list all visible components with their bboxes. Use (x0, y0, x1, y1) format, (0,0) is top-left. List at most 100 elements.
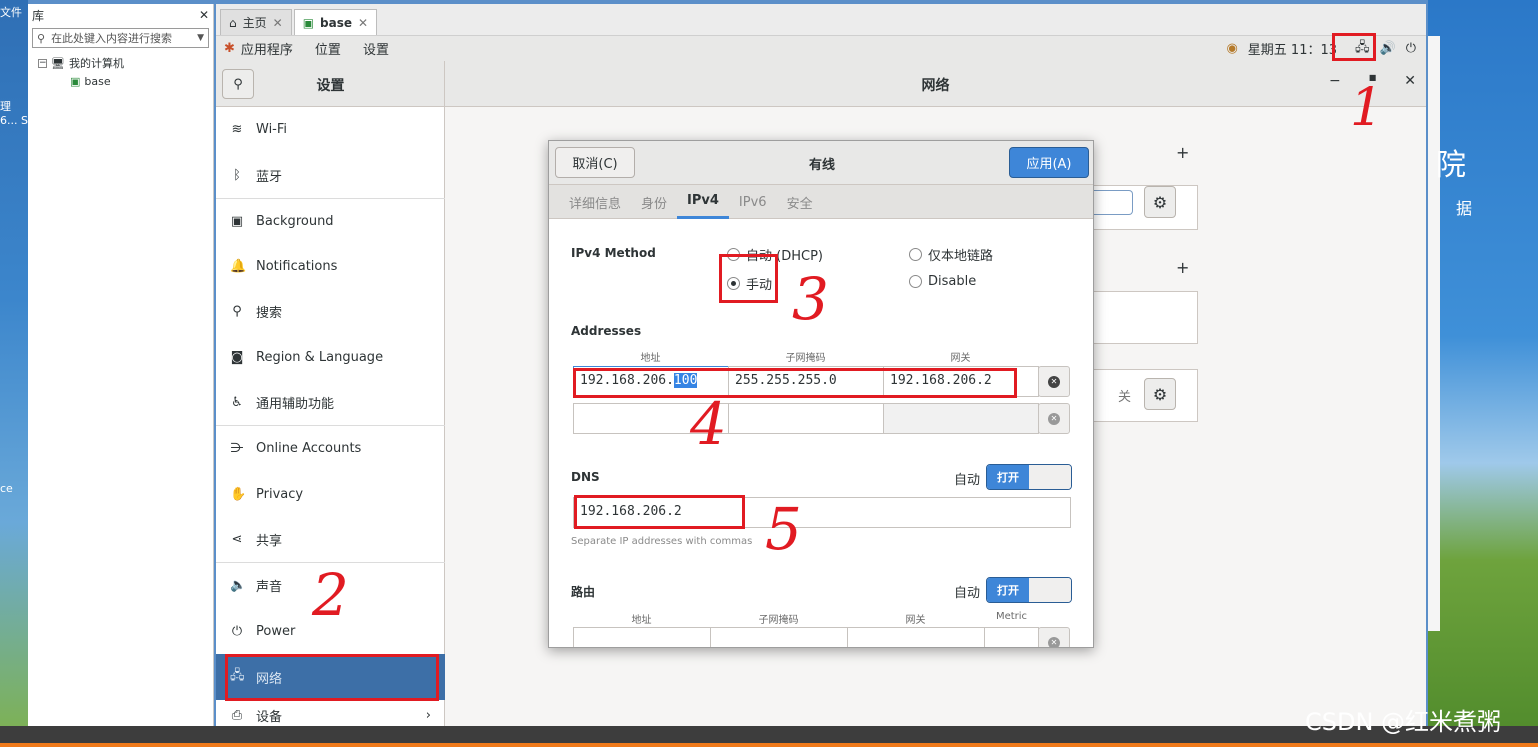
column-netmask: 子网掩码 (785, 353, 826, 364)
gear-icon[interactable]: ⚙ (1144, 186, 1176, 218)
background-icon: ▣ (230, 213, 244, 229)
delete-address-button[interactable]: ✕ (1038, 403, 1070, 434)
tab-security[interactable]: 安全 (777, 185, 823, 219)
power-icon[interactable]: ⏻ (1406, 41, 1416, 56)
sidebar-item-notifications[interactable]: 🔔 Notifications (216, 244, 445, 288)
sidebar-item-label: 共享 (256, 533, 283, 549)
annotation-box-dns (574, 495, 745, 529)
annotation-number: 1 (1350, 78, 1384, 138)
cancel-button[interactable]: 取消(C) (555, 147, 635, 178)
gateway-input-empty[interactable] (883, 403, 1039, 434)
host-text-small: 据 (1456, 199, 1473, 218)
sidebar-item-background[interactable]: ▣ Background (216, 199, 445, 243)
page-title: 网络 (921, 78, 950, 94)
library-title: 库 (32, 8, 45, 23)
vpn-entry-edge (1090, 190, 1133, 215)
search-icon: ⚲ (232, 303, 242, 319)
wifi-icon: ≋ (231, 121, 243, 137)
routes-auto-label: 自动 (954, 586, 981, 601)
toggle-on-label: 打开 (987, 465, 1029, 489)
ipv4-method-label: IPv4 Method (571, 246, 656, 260)
delete-address-button[interactable]: ✕ (1038, 366, 1070, 397)
sidebar-item-label: Wi-Fi (256, 121, 288, 137)
cheese-icon[interactable]: ◉ (1226, 41, 1237, 56)
close-icon[interactable]: ✕ (273, 16, 283, 30)
route-netmask-input[interactable] (710, 627, 848, 647)
collapse-icon[interactable]: − (38, 58, 47, 68)
library-search-input[interactable]: ⚲ 在此处键入内容进行搜索 ▼ (32, 28, 209, 48)
vm-library-panel: 库 ✕ ⚲ 在此处键入内容进行搜索 ▼ − 🖥 我的计算机 ▣ base (28, 4, 214, 726)
library-header: 库 ✕ (28, 4, 213, 26)
delete-icon: ✕ (1048, 636, 1060, 647)
chevron-right-icon: › (425, 707, 431, 723)
close-icon[interactable]: ✕ (199, 8, 209, 22)
minimize-icon[interactable]: − (1329, 73, 1341, 89)
gear-icon[interactable]: ⚙ (1144, 378, 1176, 410)
online-accounts-icon: ⋺ (230, 440, 244, 456)
tree-item-base-vm[interactable]: ▣ base (38, 72, 213, 90)
applications-menu[interactable]: ✱ 应用程序 (224, 39, 293, 58)
column-address: 地址 (631, 615, 652, 626)
search-placeholder: 在此处键入内容进行搜索 (51, 32, 173, 45)
volume-icon[interactable]: 🔊 (1380, 41, 1396, 56)
method-disable[interactable]: Disable (909, 274, 976, 289)
routes-auto-toggle[interactable]: 打开 (986, 577, 1072, 603)
route-gateway-input[interactable] (847, 627, 985, 647)
tab-details[interactable]: 详细信息 (559, 185, 631, 219)
delete-icon: ✕ (1048, 375, 1060, 388)
search-icon: ⚲ (37, 31, 46, 45)
dns-label: DNS (571, 470, 600, 484)
route-metric-input[interactable] (984, 627, 1039, 647)
tree-item-my-computer[interactable]: − 🖥 我的计算机 (38, 54, 213, 72)
add-icon[interactable]: + (1176, 258, 1189, 277)
sidebar-item-search[interactable]: ⚲ 搜索 (216, 289, 445, 333)
apply-button[interactable]: 应用(A) (1009, 147, 1089, 178)
method-link-local[interactable]: 仅本地链路 (909, 245, 993, 264)
search-button[interactable]: ⚲ (222, 69, 254, 99)
dns-auto-toggle[interactable]: 打开 (986, 464, 1072, 490)
settings-sidebar: ≋ Wi-Fi ᛒ 蓝牙 ▣ Background 🔔 Notifications ⚲ 搜… (216, 107, 445, 726)
toggle-on-label: 打开 (987, 578, 1029, 602)
dropdown-arrow-icon[interactable]: ▼ (197, 33, 204, 43)
tab-base[interactable]: ▣ base ✕ (293, 9, 378, 35)
sidebar-item-online-accounts[interactable]: ⋺ Online Accounts (216, 426, 445, 470)
sidebar-item-privacy[interactable]: ✋ Privacy (216, 472, 445, 516)
delete-route-button[interactable]: ✕ (1038, 627, 1070, 647)
close-icon[interactable]: ✕ (358, 16, 368, 30)
sidebar-header: 设置 ⚲ (216, 61, 445, 107)
sidebar-item-accessibility[interactable]: ♿ 通用辅助功能 (216, 380, 445, 424)
clock[interactable]: 星期五 11：13 (1248, 39, 1337, 58)
delete-icon: ✕ (1048, 412, 1060, 425)
places-menu[interactable]: 位置 (315, 39, 341, 58)
bluetooth-icon: ᛒ (233, 167, 241, 183)
tab-identity[interactable]: 身份 (631, 185, 677, 219)
sidebar-item-wifi[interactable]: ≋ Wi-Fi (216, 107, 445, 151)
add-icon[interactable]: + (1176, 143, 1189, 162)
close-icon[interactable]: ✕ (1404, 73, 1416, 89)
settings-menu[interactable]: 设置 (363, 39, 389, 58)
toggle-knob (1029, 578, 1071, 602)
progress-strip (0, 743, 1538, 747)
netmask-input-empty[interactable] (728, 403, 884, 434)
tab-ipv4[interactable]: IPv4 (677, 185, 729, 219)
toggle-knob (1029, 465, 1071, 489)
tab-ipv6[interactable]: IPv6 (729, 185, 777, 219)
sidebar-item-sharing[interactable]: ⋖ 共享 (216, 517, 445, 561)
tab-label: 主页 (242, 16, 267, 30)
radio-label: 仅本地链路 (928, 249, 994, 264)
tab-home[interactable]: ⌂ 主页 ✕ (220, 9, 292, 35)
host-file-menu[interactable]: 文件 (0, 4, 22, 20)
annotation-number: 5 (765, 495, 802, 563)
hand-icon: ✋ (230, 486, 247, 502)
computer-icon: 🖥 (51, 56, 65, 70)
sidebar-item-label: Region & Language (256, 349, 384, 365)
route-address-input[interactable] (573, 627, 711, 647)
vm-icon: ▣ (302, 15, 315, 30)
column-metric: Metric (995, 611, 1028, 622)
sidebar-item-region[interactable]: ◙ Region & Language (216, 335, 445, 379)
sidebar-item-label: Background (256, 213, 334, 229)
annotation-box-manual (719, 254, 778, 303)
dns-hint: Separate IP addresses with commas (571, 536, 753, 547)
sidebar-item-bluetooth[interactable]: ᛒ 蓝牙 (216, 153, 445, 197)
annotation-number: 2 (312, 561, 349, 629)
